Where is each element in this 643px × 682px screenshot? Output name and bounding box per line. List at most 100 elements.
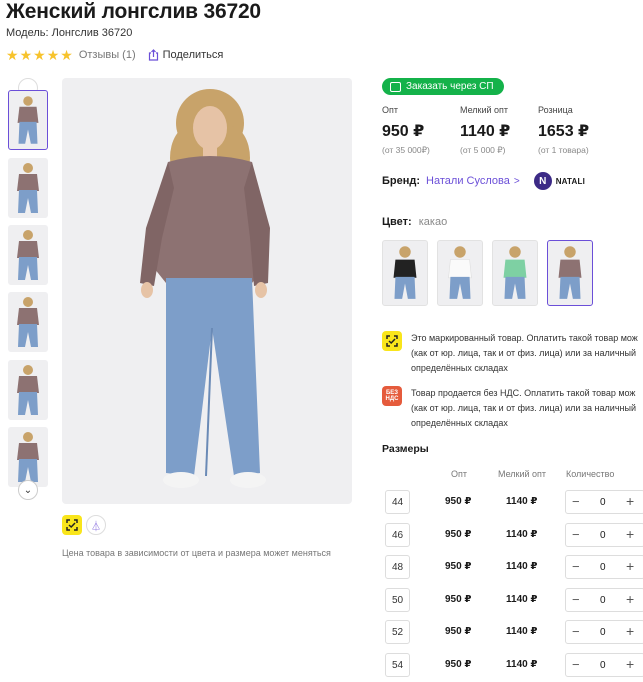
thumbnail-6[interactable] [8, 427, 48, 487]
decrease-button[interactable]: − [572, 527, 580, 542]
share-button[interactable]: Поделиться [148, 49, 224, 61]
share-label: Поделиться [162, 49, 224, 61]
color-swatch-black[interactable] [382, 240, 428, 306]
color-label: Цвет: [382, 216, 412, 228]
quantity-stepper: − 0 + [565, 555, 643, 579]
thumbnail-illustration [17, 297, 39, 347]
quantity-input[interactable]: 0 [600, 627, 606, 638]
increase-button[interactable]: + [626, 591, 634, 607]
quantity-stepper: − 0 + [565, 523, 643, 547]
decrease-button[interactable]: − [572, 657, 580, 672]
size-row: 52 950 ₽ 1140 ₽ − 0 + [385, 620, 643, 644]
sizes-header-opt: Опт [451, 469, 467, 479]
price-tier-retail: Розница 1653 ₽ (от 1 товара) [538, 105, 638, 156]
size-price-opt: 950 ₽ [445, 626, 472, 637]
price-tier-value: 1653 ₽ [538, 123, 590, 140]
quantity-input[interactable]: 0 [600, 595, 606, 606]
no-vat-icon-line: НДС [385, 396, 399, 402]
increase-button[interactable]: + [626, 558, 634, 574]
thumbnail-illustration [17, 230, 39, 280]
size-label: 46 [385, 523, 410, 547]
decrease-button[interactable]: − [572, 624, 580, 639]
quantity-stepper: − 0 + [565, 620, 643, 644]
brand-logo[interactable]: N [533, 172, 552, 190]
price-tier-label: Мелкий опт [460, 105, 509, 115]
size-price-small-opt: 1140 ₽ [506, 659, 538, 670]
price-tier-min: (от 1 товара) [538, 145, 589, 155]
notice-line: (как от юр. лица, так и от физ. лица) ил… [411, 403, 636, 413]
size-price-opt: 950 ₽ [445, 594, 472, 605]
thumbnail-4[interactable] [8, 292, 48, 352]
scroll-down-button[interactable]: ⌄ [18, 480, 38, 500]
size-price-opt: 950 ₽ [445, 659, 472, 670]
color-swatch-mint[interactable] [492, 240, 538, 306]
price-tier-label: Опт [382, 105, 398, 115]
notice-line: Товар продается без НДС. Оплатить такой … [411, 388, 636, 398]
size-price-small-opt: 1140 ₽ [506, 496, 538, 507]
decrease-button[interactable]: − [572, 559, 580, 574]
color-swatch-cocoa[interactable] [547, 240, 593, 306]
thumbnail-strip: ⌄ [6, 78, 50, 500]
price-tier-label: Розница [538, 105, 573, 115]
main-product-photo[interactable] [62, 78, 352, 504]
thumbnail-illustration [17, 163, 39, 213]
notice-line: определённых складах [411, 363, 508, 373]
size-label: 54 [385, 653, 410, 677]
size-label: 48 [385, 555, 410, 579]
thumbnail-5[interactable] [8, 360, 48, 420]
size-price-opt: 950 ₽ [445, 529, 472, 540]
hanger-icon[interactable]: ⏃ [86, 515, 106, 535]
thumbnail-3[interactable] [8, 225, 48, 285]
color-swatch-white[interactable] [437, 240, 483, 306]
thumbnail-1[interactable] [8, 90, 48, 150]
size-row: 54 950 ₽ 1140 ₽ − 0 + [385, 653, 643, 677]
quantity-stepper: − 0 + [565, 653, 643, 677]
size-price-opt: 950 ₽ [445, 496, 472, 507]
size-row: 46 950 ₽ 1140 ₽ − 0 + [385, 523, 643, 547]
quantity-input[interactable]: 0 [600, 497, 606, 508]
brand-link[interactable]: Натали Суслова [426, 175, 510, 187]
size-price-small-opt: 1140 ₽ [506, 529, 538, 540]
notice-line: (как от юр. лица, так и от физ. лица) ил… [411, 348, 636, 358]
photo-badges: ⏃ [62, 515, 106, 535]
size-label: 50 [385, 588, 410, 612]
color-value: какао [418, 216, 448, 228]
order-via-sp-button[interactable]: Заказать через СП [382, 78, 504, 95]
honest-sign-icon[interactable] [62, 515, 82, 535]
sizes-header-small-opt: Мелкий опт [498, 469, 547, 479]
brand-label: Бренд: [382, 175, 421, 187]
size-row: 50 950 ₽ 1140 ₽ − 0 + [385, 588, 643, 612]
quantity-input[interactable]: 0 [600, 660, 606, 671]
star-icon: ★ [60, 47, 73, 63]
brand-logo-text: NATALI [555, 176, 586, 186]
increase-button[interactable]: + [626, 656, 634, 672]
chevron-down-icon: ⌄ [23, 484, 33, 496]
decrease-button[interactable]: − [572, 494, 580, 509]
price-tier-min: (от 5 000 ₽) [460, 145, 506, 155]
cart-icon [390, 81, 401, 92]
notice-text: Это маркированный товар. Оплатить такой … [411, 331, 638, 376]
reviews-link[interactable]: Отзывы (1) [79, 49, 136, 61]
size-price-small-opt: 1140 ₽ [506, 561, 538, 572]
thumbnail-illustration [17, 96, 39, 144]
rating-stars: ★ ★ ★ ★ ★ [6, 48, 73, 62]
sizes-title: Размеры [382, 443, 429, 455]
price-note: Цена товара в зависимости от цвета и раз… [62, 548, 331, 558]
quantity-input[interactable]: 0 [600, 530, 606, 541]
brand-row: Бренд: Натали Суслова > N NATALI [382, 172, 585, 190]
quantity-stepper: − 0 + [565, 490, 643, 514]
increase-button[interactable]: + [626, 493, 634, 509]
model-photo-illustration [140, 89, 270, 488]
thumbnail-2[interactable] [8, 158, 48, 218]
size-row: 48 950 ₽ 1140 ₽ − 0 + [385, 555, 643, 579]
size-row: 44 950 ₽ 1140 ₽ − 0 + [385, 490, 643, 514]
product-title: Женский лонгслив 36720 [6, 0, 261, 23]
decrease-button[interactable]: − [572, 592, 580, 607]
increase-button[interactable]: + [626, 623, 634, 639]
color-row: Цвет: какао [382, 216, 447, 228]
size-label: 44 [385, 490, 410, 514]
notice-text: Товар продается без НДС. Оплатить такой … [411, 386, 636, 431]
quantity-input[interactable]: 0 [600, 562, 606, 573]
price-tiers: Опт 950 ₽ (от 35 000₽) Мелкий опт 1140 ₽… [382, 105, 638, 156]
increase-button[interactable]: + [626, 526, 634, 542]
